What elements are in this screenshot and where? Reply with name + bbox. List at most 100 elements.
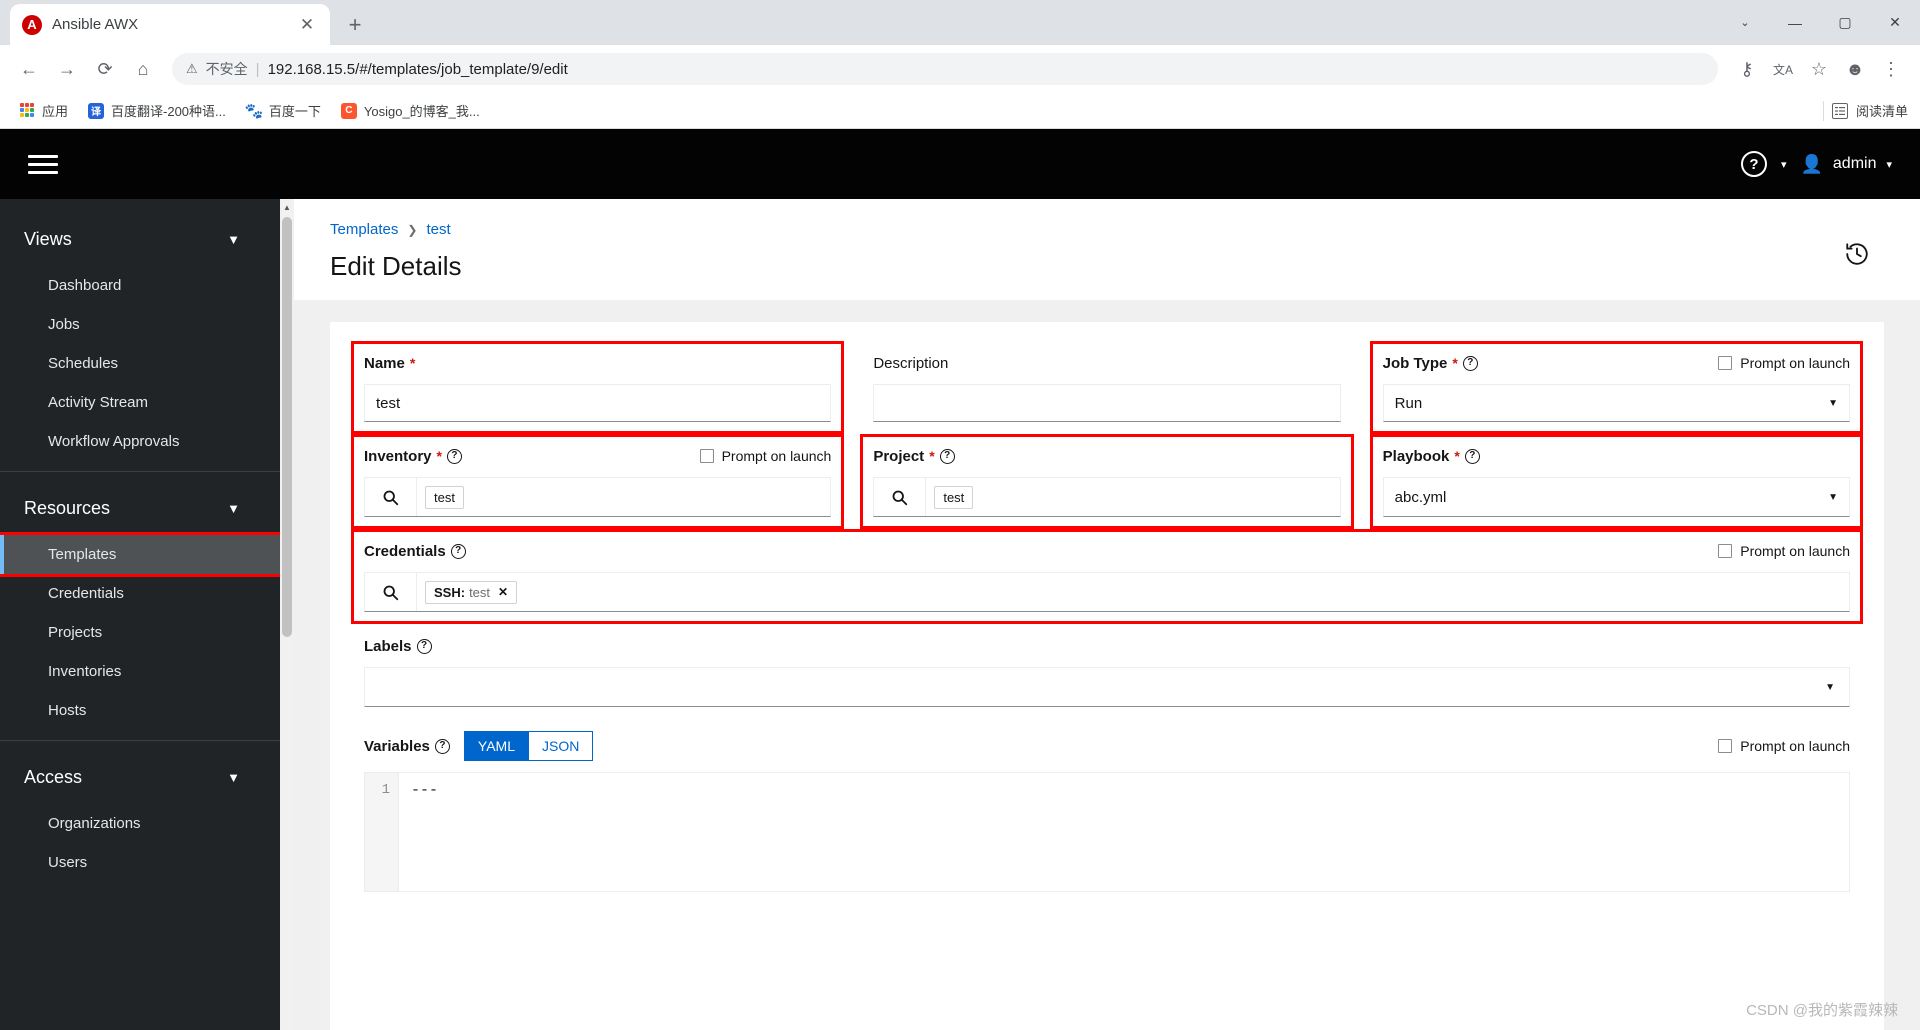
sidebar-item-schedules[interactable]: Schedules: [0, 344, 280, 383]
address-bar[interactable]: ⚠ 不安全 | 192.168.15.5/#/templates/job_tem…: [172, 53, 1718, 85]
translate-site-icon: 译: [88, 102, 105, 119]
search-icon[interactable]: [365, 573, 417, 611]
chevron-down-icon[interactable]: ▼: [227, 770, 240, 785]
checkbox[interactable]: [1718, 356, 1733, 370]
sidebar-item-hosts[interactable]: Hosts: [0, 691, 280, 730]
window-close-icon[interactable]: ✕: [1870, 0, 1920, 45]
help-icon[interactable]: ?: [434, 738, 450, 754]
user-chevron-down-icon[interactable]: ▾: [1886, 158, 1892, 171]
new-tab-button[interactable]: +: [338, 8, 372, 42]
help-chevron-down-icon[interactable]: ▾: [1781, 158, 1787, 171]
chip[interactable]: test: [934, 485, 974, 509]
history-icon[interactable]: [1844, 241, 1870, 267]
checkbox[interactable]: [1718, 544, 1733, 558]
chip[interactable]: SSH: test ✕: [425, 580, 518, 604]
sidebar-group-resources[interactable]: Resources ▼: [0, 482, 280, 535]
forward-icon[interactable]: →: [50, 52, 84, 86]
help-icon[interactable]: ?: [1462, 355, 1478, 371]
awx-body: Views ▼ Dashboard Jobs Schedules Activit…: [0, 199, 1920, 1030]
variables-code-editor[interactable]: 1 ---: [364, 772, 1850, 892]
sidebar-item-label: Projects: [48, 624, 103, 641]
reload-icon[interactable]: ⟳: [88, 52, 122, 86]
browser-menu-icon[interactable]: ⋮: [1874, 52, 1908, 86]
scroll-up-arrow-icon[interactable]: ▲: [280, 199, 294, 215]
bookmark-baidu-fanyi[interactable]: 译 百度翻译-200种语...: [80, 97, 234, 124]
job-type-select[interactable]: Run ▼: [1382, 384, 1850, 422]
bookmark-star-icon[interactable]: ☆: [1802, 52, 1836, 86]
sidebar-group-access[interactable]: Access ▼: [0, 751, 280, 804]
variables-label: Variables ?: [364, 738, 450, 755]
credentials-selection[interactable]: SSH: test ✕: [417, 573, 1849, 611]
project-typeahead[interactable]: test: [873, 477, 1341, 517]
bookmark-baidu[interactable]: 🐾 百度一下: [238, 97, 329, 124]
code-content[interactable]: ---: [399, 773, 1849, 891]
field-label-row: Inventory * ? Prompt on launch: [364, 446, 831, 466]
credentials-prompt-on-launch[interactable]: Prompt on launch: [1718, 543, 1850, 559]
browser-tab-ansible-awx[interactable]: A Ansible AWX ✕: [10, 4, 330, 45]
close-icon[interactable]: ✕: [296, 14, 318, 36]
name-input[interactable]: test: [364, 384, 832, 422]
project-selection[interactable]: test: [926, 478, 1339, 516]
sidebar-item-dashboard[interactable]: Dashboard: [0, 266, 280, 305]
watermark: CSDN @我的紫霞辣辣: [1746, 1002, 1898, 1019]
inventory-typeahead[interactable]: test: [364, 477, 832, 517]
sidebar-item-credentials[interactable]: Credentials: [0, 574, 280, 613]
home-icon[interactable]: ⌂: [126, 52, 160, 86]
translate-icon[interactable]: 文A: [1766, 52, 1800, 86]
maximize-icon[interactable]: ▢: [1820, 0, 1870, 45]
chevron-down-icon[interactable]: ▼: [227, 501, 240, 516]
sidebar-item-templates[interactable]: Templates: [0, 532, 280, 577]
content-scrollbar[interactable]: ▲: [280, 199, 294, 1030]
sidebar-group-views[interactable]: Views ▼: [0, 213, 280, 266]
sidebar-item-organizations[interactable]: Organizations: [0, 804, 280, 843]
job-type-prompt-on-launch[interactable]: Prompt on launch: [1718, 355, 1850, 371]
help-icon[interactable]: ?: [446, 448, 462, 464]
awx-app: ? ▾ 👤 admin ▾ Views ▼ Dashboard Jobs Sch…: [0, 129, 1920, 1030]
bookmark-csdn-blog[interactable]: C Yosigo_的博客_我...: [333, 97, 488, 124]
sidebar-item-users[interactable]: Users: [0, 843, 280, 882]
tab-yaml[interactable]: YAML: [463, 731, 529, 761]
chevron-down-icon[interactable]: ⌄: [1720, 0, 1770, 45]
chevron-down-icon[interactable]: ▼: [1828, 398, 1838, 409]
sidebar-item-label: Jobs: [48, 316, 80, 333]
menu-icon[interactable]: [28, 154, 58, 174]
credentials-typeahead[interactable]: SSH: test ✕: [364, 572, 1850, 612]
breadcrumb-templates-link[interactable]: Templates: [330, 221, 398, 238]
help-icon[interactable]: ?: [1464, 448, 1480, 464]
chevron-down-icon[interactable]: ▼: [1828, 492, 1838, 503]
checkbox[interactable]: [1718, 739, 1733, 753]
sidebar-item-inventories[interactable]: Inventories: [0, 652, 280, 691]
browser-toolbar: ← → ⟳ ⌂ ⚠ 不安全 | 192.168.15.5/#/templates…: [0, 45, 1920, 93]
search-icon[interactable]: [365, 478, 417, 516]
help-icon[interactable]: ?: [939, 448, 955, 464]
back-icon[interactable]: ←: [12, 52, 46, 86]
labels-select[interactable]: ▼: [364, 667, 1850, 707]
user-menu[interactable]: 👤 admin ▾: [1800, 154, 1892, 175]
inventory-selection[interactable]: test: [417, 478, 830, 516]
help-icon[interactable]: ?: [450, 543, 466, 559]
bookmark-apps[interactable]: 应用: [12, 97, 76, 124]
reading-list-button[interactable]: 阅读清单: [1822, 100, 1908, 121]
chip[interactable]: test: [425, 485, 464, 509]
help-icon[interactable]: ?: [1740, 151, 1767, 177]
tab-json[interactable]: JSON: [528, 731, 594, 761]
chip-remove-icon[interactable]: ✕: [498, 585, 508, 599]
checkbox[interactable]: [699, 449, 714, 463]
description-input[interactable]: [873, 384, 1341, 422]
search-icon[interactable]: [874, 478, 927, 516]
minimize-icon[interactable]: —: [1770, 0, 1820, 45]
help-icon[interactable]: ?: [416, 638, 432, 654]
playbook-select[interactable]: abc.yml ▼: [1382, 477, 1850, 517]
sidebar-item-workflow-approvals[interactable]: Workflow Approvals: [0, 422, 280, 461]
breadcrumb-current-link[interactable]: test: [426, 221, 450, 238]
avatar[interactable]: ☻: [1838, 52, 1872, 86]
sidebar-item-activity-stream[interactable]: Activity Stream: [0, 383, 280, 422]
password-key-icon[interactable]: ⚷: [1730, 52, 1764, 86]
chevron-down-icon[interactable]: ▼: [1825, 682, 1835, 693]
sidebar-item-jobs[interactable]: Jobs: [0, 305, 280, 344]
variables-prompt-on-launch[interactable]: Prompt on launch: [1718, 738, 1850, 754]
chevron-down-icon[interactable]: ▼: [227, 232, 240, 247]
sidebar-item-projects[interactable]: Projects: [0, 613, 280, 652]
inventory-prompt-on-launch[interactable]: Prompt on launch: [699, 448, 831, 464]
scrollbar-thumb[interactable]: [282, 217, 292, 637]
